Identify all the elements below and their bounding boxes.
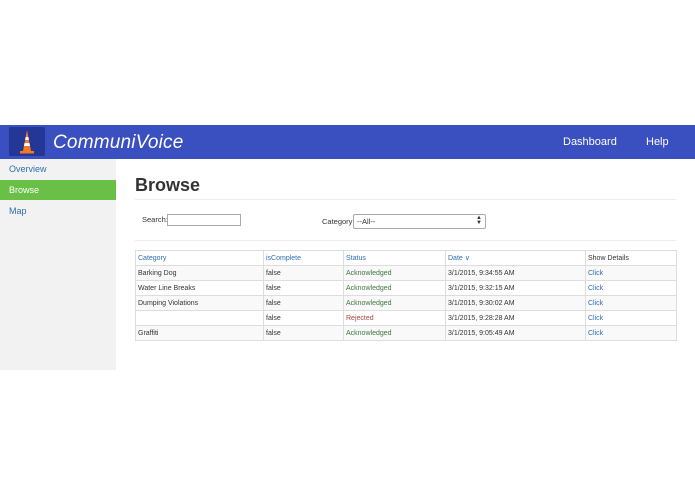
search-input[interactable]: [167, 214, 241, 226]
table-row: false Rejected 3/1/2015, 9:28:28 AM Clic…: [135, 310, 677, 326]
column-header-show-details: Show Details: [585, 250, 677, 266]
details-link[interactable]: Click: [585, 265, 677, 281]
cell-complete: false: [263, 310, 344, 326]
cell-complete: false: [263, 280, 344, 296]
reports-table: Category isComplete Status Date ∨ Show D…: [135, 250, 677, 341]
nav-help-link[interactable]: Help: [646, 136, 669, 148]
sidebar-item-overview[interactable]: Overview: [0, 159, 116, 179]
cell-category: Barking Dog: [135, 265, 264, 281]
cell-date: 3/1/2015, 9:05:49 AM: [445, 325, 586, 341]
cell-date: 3/1/2015, 9:32:15 AM: [445, 280, 586, 296]
cell-category: Graffiti: [135, 325, 264, 341]
sidebar-item-browse[interactable]: Browse: [0, 180, 116, 200]
cell-complete: false: [263, 265, 344, 281]
table-header-row: Category isComplete Status Date ∨ Show D…: [135, 250, 677, 266]
cell-date: 3/1/2015, 9:30:02 AM: [445, 295, 586, 311]
category-select[interactable]: --All-- ▲ ▼: [353, 214, 486, 229]
column-header-date[interactable]: Date ∨: [445, 250, 586, 266]
table-row: Barking Dog false Acknowledged 3/1/2015,…: [135, 265, 677, 281]
table-row: Graffiti false Acknowledged 3/1/2015, 9:…: [135, 325, 677, 341]
column-header-iscomplete[interactable]: isComplete: [263, 250, 344, 266]
search-label: Search:: [142, 215, 168, 224]
top-navbar: CommuniVoice Dashboard Help: [0, 125, 695, 159]
cell-status: Acknowledged: [343, 325, 446, 341]
cell-status: Acknowledged: [343, 280, 446, 296]
cell-date: 3/1/2015, 9:28:28 AM: [445, 310, 586, 326]
details-link[interactable]: Click: [585, 295, 677, 311]
cell-category: Water Line Breaks: [135, 280, 264, 296]
sidebar-item-map[interactable]: Map: [0, 201, 116, 221]
table-row: Water Line Breaks false Acknowledged 3/1…: [135, 280, 677, 296]
brand-title[interactable]: CommuniVoice: [53, 132, 184, 154]
cell-complete: false: [263, 325, 344, 341]
cell-complete: false: [263, 295, 344, 311]
details-link[interactable]: Click: [585, 280, 677, 296]
sidebar: Overview Browse Map: [0, 159, 116, 370]
traffic-cone-icon[interactable]: [9, 127, 45, 156]
column-header-category[interactable]: Category: [135, 250, 264, 266]
chevron-updown-icon: ▲ ▼: [476, 215, 482, 226]
cell-category: Dumping Violations: [135, 295, 264, 311]
details-link[interactable]: Click: [585, 310, 677, 326]
cell-status: Acknowledged: [343, 265, 446, 281]
category-selected-value: --All--: [357, 217, 376, 226]
category-label: Category: [322, 217, 353, 226]
title-divider: [135, 199, 676, 200]
table-row: Dumping Violations false Acknowledged 3/…: [135, 295, 677, 311]
cell-category: [135, 310, 264, 326]
filter-divider: [135, 240, 676, 241]
page-title: Browse: [135, 175, 201, 195]
cell-status: Rejected: [343, 310, 446, 326]
cell-status: Acknowledged: [343, 295, 446, 311]
nav-dashboard-link[interactable]: Dashboard: [563, 136, 617, 148]
column-header-status[interactable]: Status: [343, 250, 446, 266]
cell-date: 3/1/2015, 9:34:55 AM: [445, 265, 586, 281]
details-link[interactable]: Click: [585, 325, 677, 341]
